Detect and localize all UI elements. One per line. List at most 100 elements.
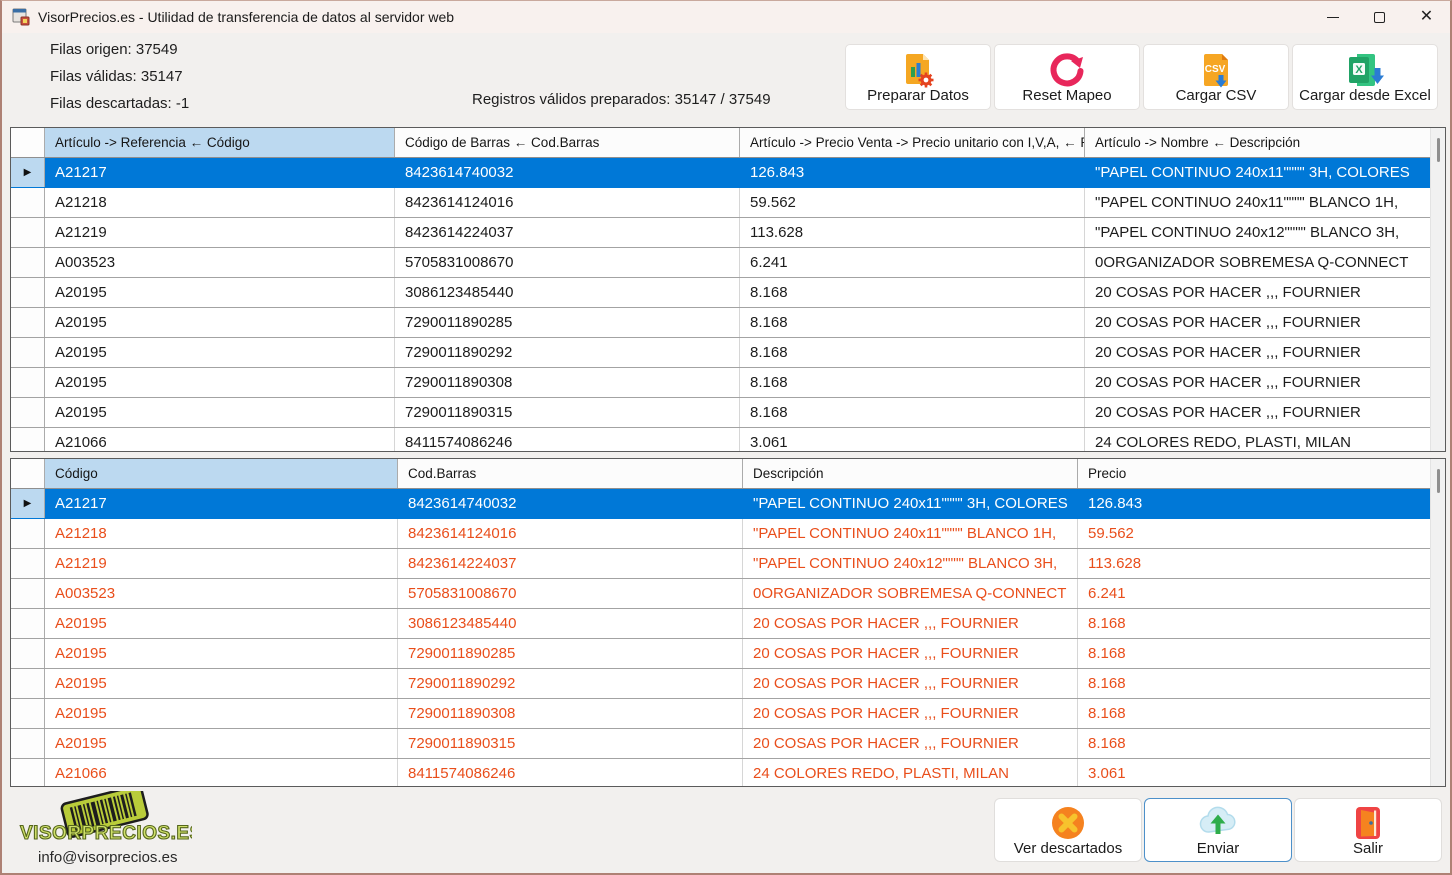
table-cell[interactable]: 8423614740032	[395, 158, 740, 187]
table-cell[interactable]: 8.168	[740, 368, 1085, 397]
table-cell[interactable]: A20195	[45, 278, 395, 307]
table-cell[interactable]: 7290011890285	[395, 308, 740, 337]
table-cell[interactable]: 59.562	[740, 188, 1085, 217]
table-cell[interactable]: A21217	[45, 158, 395, 187]
table-cell[interactable]: 7290011890292	[398, 669, 743, 698]
table-row[interactable]: A2019572900118903088.16820 COSAS POR HAC…	[11, 368, 1445, 398]
row-header[interactable]	[11, 428, 45, 452]
table-row[interactable]: A20195729001189028520 COSAS POR HACER ,,…	[11, 639, 1445, 669]
row-header[interactable]	[11, 699, 45, 728]
table-cell[interactable]: 7290011890292	[395, 338, 740, 367]
row-header[interactable]	[11, 579, 45, 608]
row-header[interactable]	[11, 639, 45, 668]
minimize-button[interactable]	[1309, 1, 1356, 33]
table-cell[interactable]: 126.843	[740, 158, 1085, 187]
table-row[interactable]: A2019530861234854408.16820 COSAS POR HAC…	[11, 278, 1445, 308]
grid-corner[interactable]	[11, 128, 45, 157]
table-cell[interactable]: 0ORGANIZADOR SOBREMESA Q-CONNECT	[1085, 248, 1431, 277]
table-cell[interactable]: 8.168	[1078, 639, 1431, 668]
close-button[interactable]: ✕	[1403, 1, 1450, 33]
table-cell[interactable]: A21218	[45, 188, 395, 217]
table-row[interactable]: A20195729001189031520 COSAS POR HACER ,,…	[11, 729, 1445, 759]
table-cell[interactable]: "PAPEL CONTINUO 240x11"""" 3H, COLORES	[743, 489, 1078, 518]
table-cell[interactable]: 24 COLORES REDO, PLASTI, MILAN	[1085, 428, 1431, 452]
row-header[interactable]	[11, 338, 45, 367]
table-cell[interactable]: 8.168	[1078, 729, 1431, 758]
table-cell[interactable]: A20195	[45, 609, 398, 638]
table-cell[interactable]: 6.241	[1078, 579, 1431, 608]
table-cell[interactable]: 8423614124016	[395, 188, 740, 217]
column-header[interactable]: Precio	[1078, 459, 1431, 488]
table-cell[interactable]: A20195	[45, 368, 395, 397]
table-cell[interactable]: 8.168	[1078, 699, 1431, 728]
table-cell[interactable]: 8.168	[1078, 609, 1431, 638]
table-cell[interactable]: "PAPEL CONTINUO 240x12"""" BLANCO 3H,	[1085, 218, 1431, 247]
table-cell[interactable]: 8.168	[1078, 669, 1431, 698]
table-cell[interactable]: 59.562	[1078, 519, 1431, 548]
table-cell[interactable]: 20 COSAS POR HACER ,,, FOURNIER	[743, 639, 1078, 668]
row-header[interactable]	[11, 729, 45, 758]
column-header[interactable]: Descripción	[743, 459, 1078, 488]
table-cell[interactable]: 20 COSAS POR HACER ,,, FOURNIER	[743, 699, 1078, 728]
table-cell[interactable]: A20195	[45, 639, 398, 668]
table-cell[interactable]: 6.241	[740, 248, 1085, 277]
row-header[interactable]	[11, 519, 45, 548]
table-cell[interactable]: 20 COSAS POR HACER ,,, FOURNIER	[1085, 368, 1431, 397]
ver-descartados-button[interactable]: Ver descartados	[994, 798, 1142, 862]
preparar-datos-button[interactable]: Preparar Datos	[845, 44, 991, 110]
table-cell[interactable]: 3086123485440	[398, 609, 743, 638]
table-cell[interactable]: 20 COSAS POR HACER ,,, FOURNIER	[1085, 338, 1431, 367]
column-header[interactable]: Artículo -> Nombre ← Descripción	[1085, 128, 1431, 157]
reset-mapeo-button[interactable]: Reset Mapeo	[994, 44, 1140, 110]
table-row[interactable]: A212198423614224037"PAPEL CONTINUO 240x1…	[11, 549, 1445, 579]
table-cell[interactable]: 7290011890308	[395, 368, 740, 397]
table-cell[interactable]: "PAPEL CONTINUO 240x11"""" 3H, COLORES	[1085, 158, 1431, 187]
table-cell[interactable]: A20195	[45, 669, 398, 698]
scrollbar-thumb[interactable]	[1437, 469, 1440, 493]
row-header[interactable]	[11, 669, 45, 698]
column-header[interactable]: Artículo -> Referencia ← Código	[45, 128, 395, 157]
maximize-button[interactable]	[1356, 1, 1403, 33]
table-cell[interactable]: 113.628	[740, 218, 1085, 247]
table-cell[interactable]: A20195	[45, 338, 395, 367]
table-cell[interactable]: 8.168	[740, 338, 1085, 367]
table-cell[interactable]: A20195	[45, 398, 395, 427]
row-header[interactable]	[11, 609, 45, 638]
table-cell[interactable]: 20 COSAS POR HACER ,,, FOURNIER	[743, 669, 1078, 698]
vertical-scrollbar[interactable]	[1430, 128, 1445, 451]
row-header-current[interactable]: ▶	[11, 489, 45, 518]
row-header-current[interactable]: ▶	[11, 158, 45, 187]
table-cell[interactable]: 8423614740032	[398, 489, 743, 518]
table-cell[interactable]: A21066	[45, 759, 398, 787]
row-header[interactable]	[11, 278, 45, 307]
table-row[interactable]: A00352357058310086700ORGANIZADOR SOBREME…	[11, 579, 1445, 609]
table-cell[interactable]: A20195	[45, 699, 398, 728]
table-row[interactable]: A2019572900118902928.16820 COSAS POR HAC…	[11, 338, 1445, 368]
table-cell[interactable]: 7290011890285	[398, 639, 743, 668]
table-cell[interactable]: 20 COSAS POR HACER ,,, FOURNIER	[1085, 278, 1431, 307]
vertical-scrollbar[interactable]	[1430, 459, 1445, 786]
table-row[interactable]: A20195729001189030820 COSAS POR HACER ,,…	[11, 699, 1445, 729]
table-cell[interactable]: 8423614224037	[395, 218, 740, 247]
table-cell[interactable]: "PAPEL CONTINUO 240x11"""" BLANCO 1H,	[743, 519, 1078, 548]
table-cell[interactable]: 5705831008670	[395, 248, 740, 277]
table-cell[interactable]: 8411574086246	[398, 759, 743, 787]
table-cell[interactable]: 8.168	[740, 398, 1085, 427]
table-cell[interactable]: 8411574086246	[395, 428, 740, 452]
table-row[interactable]: A2019572900118903158.16820 COSAS POR HAC…	[11, 398, 1445, 428]
cargar-csv-button[interactable]: CSV Cargar CSV	[1143, 44, 1289, 110]
table-cell[interactable]: "PAPEL CONTINUO 240x11"""" BLANCO 1H,	[1085, 188, 1431, 217]
table-cell[interactable]: 3.061	[740, 428, 1085, 452]
table-cell[interactable]: 7290011890315	[395, 398, 740, 427]
table-cell[interactable]: 20 COSAS POR HACER ,,, FOURNIER	[743, 609, 1078, 638]
row-header[interactable]	[11, 398, 45, 427]
table-cell[interactable]: 5705831008670	[398, 579, 743, 608]
table-cell[interactable]: 7290011890308	[398, 699, 743, 728]
table-row[interactable]: A212198423614224037113.628"PAPEL CONTINU…	[11, 218, 1445, 248]
column-header[interactable]: Código	[45, 459, 398, 488]
column-header[interactable]: Código de Barras ← Cod.Barras	[395, 128, 740, 157]
table-cell[interactable]: 8423614224037	[398, 549, 743, 578]
table-row[interactable]: ▶A212178423614740032126.843"PAPEL CONTIN…	[11, 158, 1445, 188]
table-cell[interactable]: 8.168	[740, 308, 1085, 337]
column-header[interactable]: Artículo -> Precio Venta -> Precio unita…	[740, 128, 1085, 157]
